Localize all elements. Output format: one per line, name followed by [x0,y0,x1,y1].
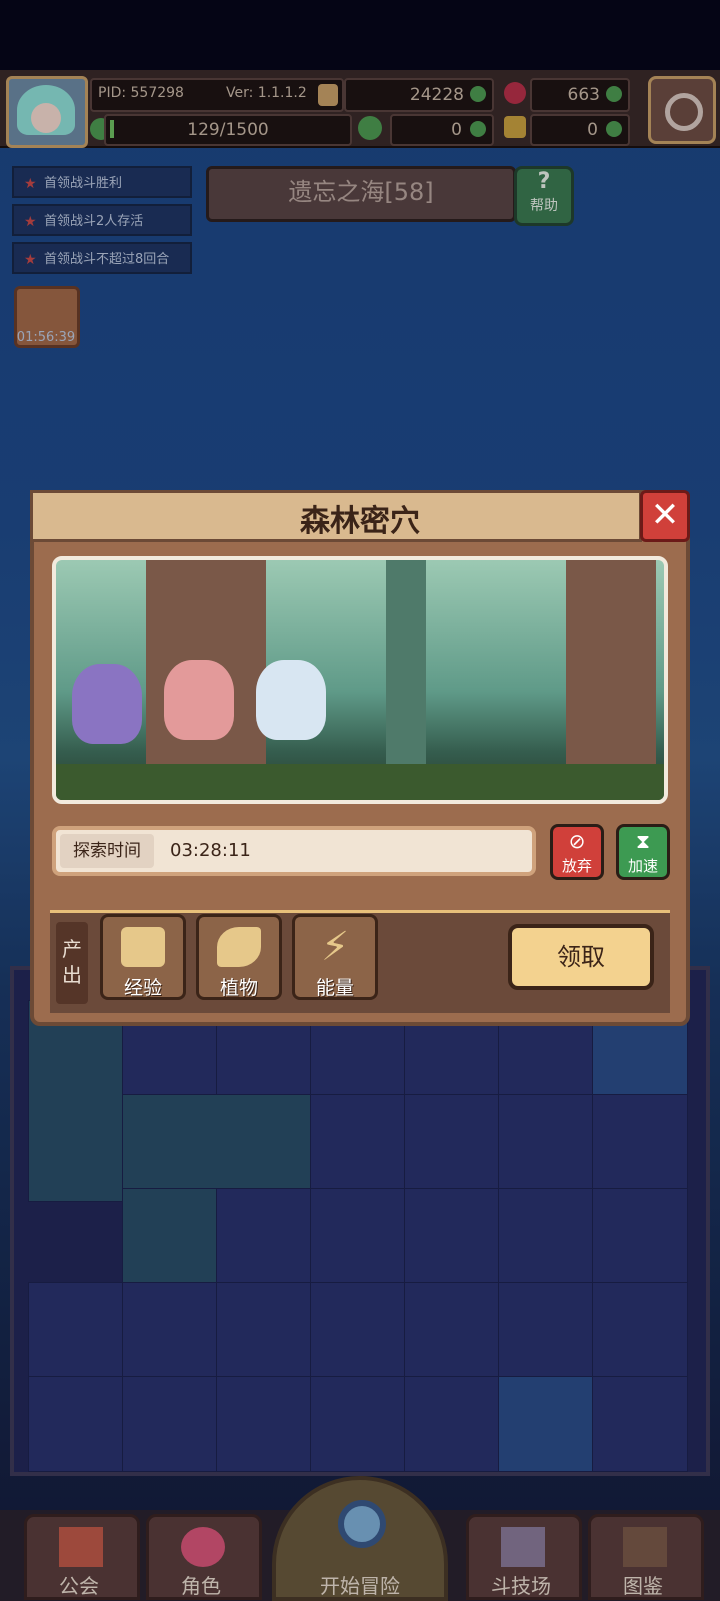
leaf-icon [217,927,261,967]
hero-sprite [164,660,234,740]
reward-energy[interactable]: ⚡ 能量 [292,914,378,1000]
lightning-icon: ⚡ [320,924,350,970]
explore-time-label: 探索时间 [60,834,154,868]
output-label: 产出 [56,922,88,1004]
speedup-label: 加速 [627,857,658,875]
reward-label: 植物 [219,977,258,999]
abandon-button[interactable]: ⊘ 放弃 [550,824,604,880]
close-button[interactable]: ✕ [640,490,690,542]
abandon-label: 放弃 [561,857,592,875]
reward-label: 能量 [315,977,354,999]
reward-exp[interactable]: 经验 [100,914,186,1000]
reward-label: 经验 [123,977,162,999]
reward-plant[interactable]: 植物 [196,914,282,1000]
dialog-title: 森林密穴 [300,504,420,539]
forbidden-icon: ⊘ [568,829,586,853]
claim-button[interactable]: 领取 [508,924,654,990]
speedup-button[interactable]: ⧗ 加速 [616,824,670,880]
hourglass-icon: ⧗ [635,829,651,853]
exp-chevron-icon [121,927,165,967]
hero-sprite [72,664,142,744]
forest-scene-image [52,556,668,804]
hero-sprite [256,660,326,740]
explore-time-value: 03:28:11 [170,840,251,861]
close-icon: ✕ [650,495,680,535]
